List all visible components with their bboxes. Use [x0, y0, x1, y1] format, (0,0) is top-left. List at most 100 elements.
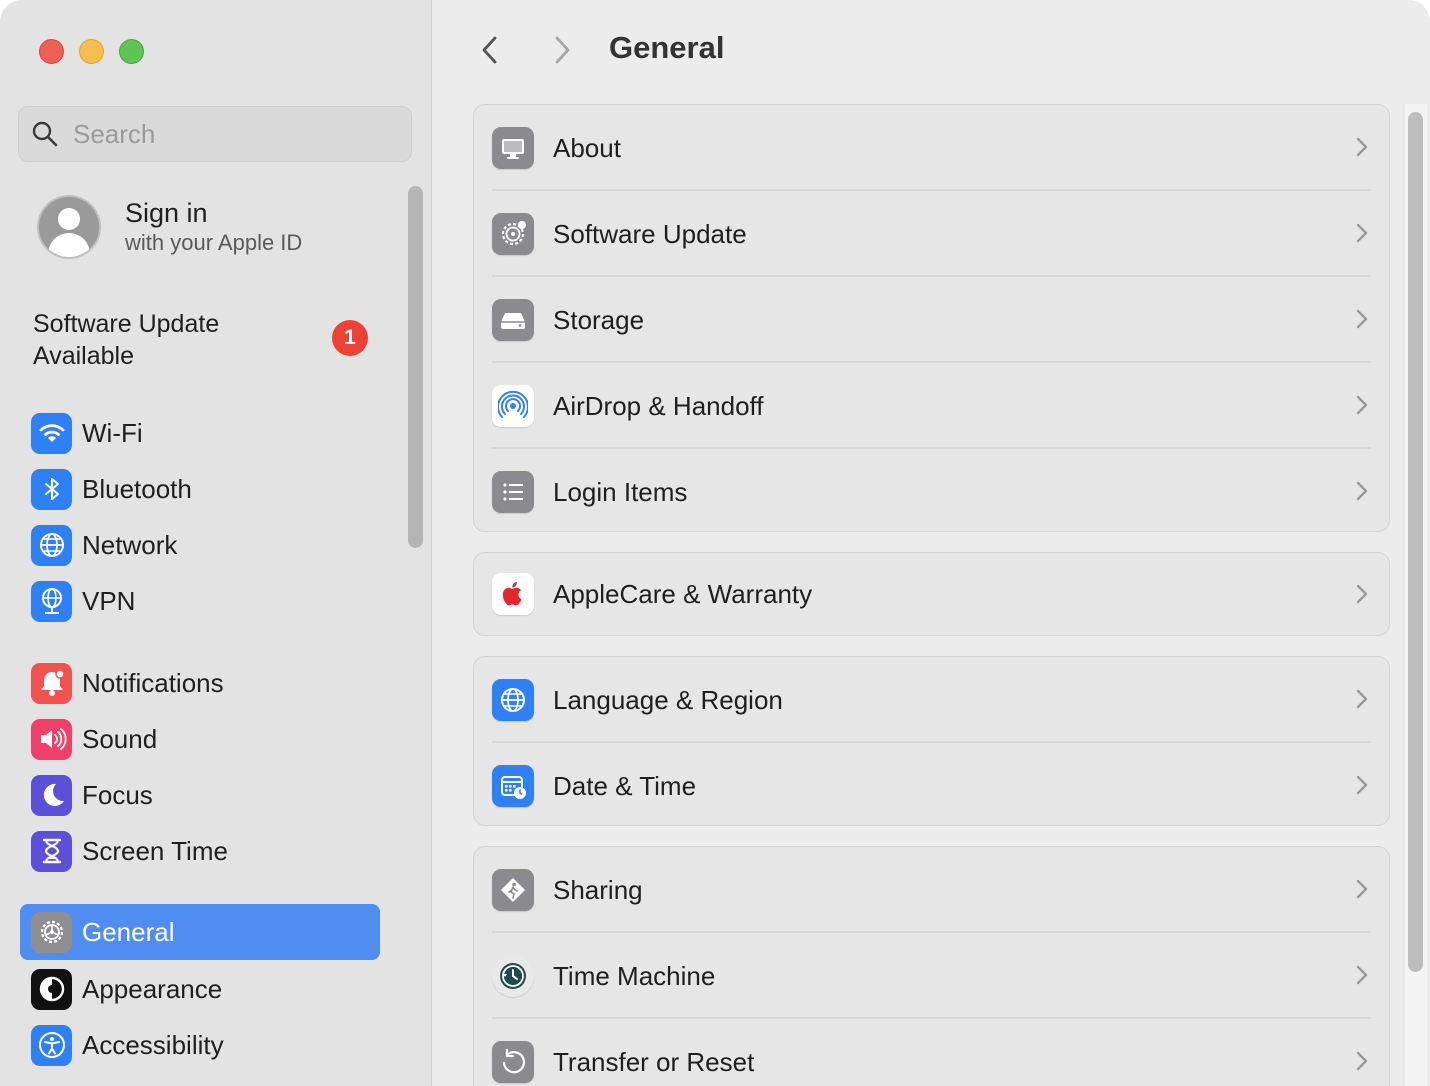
bell-icon [31, 662, 72, 704]
apple-id-sign-in[interactable]: Sign in with your Apple ID [37, 195, 302, 259]
globe-icon [31, 524, 72, 566]
settings-group-system: About Software Update Storage AirDrop & … [473, 104, 1390, 532]
sidebar-item-label: Accessibility [82, 1029, 224, 1060]
software-update-available[interactable]: Software Update Available 1 [33, 308, 373, 372]
drive-icon [492, 299, 534, 341]
sidebar-item-label: Focus [82, 779, 153, 810]
gear-badge-icon [492, 213, 534, 255]
sidebar-item-label: Sound [82, 723, 158, 754]
sidebar-item-label: Network [82, 529, 178, 560]
sharing-icon [492, 869, 534, 911]
row-applecare-warranty[interactable]: AppleCare & Warranty [474, 553, 1389, 635]
zoom-button[interactable] [119, 39, 144, 64]
chevron-right-icon [1356, 775, 1368, 795]
sidebar-item-label: Appearance [82, 973, 223, 1004]
scrollbar-thumb[interactable] [1408, 112, 1423, 972]
row-date-time[interactable]: Date & Time [474, 743, 1389, 825]
row-label: AppleCare & Warranty [553, 578, 813, 609]
chevron-right-icon [1356, 309, 1368, 329]
sidebar-item-label: Bluetooth [82, 473, 192, 504]
sidebar: Sign in with your Apple ID Software Upda… [0, 0, 432, 1086]
row-label: Software Update [553, 218, 747, 249]
sidebar-item-vpn[interactable]: VPN [20, 573, 380, 629]
account-title: Sign in [125, 198, 208, 228]
row-storage[interactable]: Storage [474, 277, 1389, 363]
language-globe-icon [492, 679, 534, 721]
update-badge: 1 [332, 320, 368, 356]
row-time-machine[interactable]: Time Machine [474, 933, 1389, 1019]
forward-button[interactable] [547, 32, 577, 68]
sidebar-item-label: Screen Time [82, 835, 228, 866]
row-transfer-reset[interactable]: Transfer or Reset [474, 1019, 1389, 1086]
sidebar-item-network[interactable]: Network [20, 517, 380, 573]
appearance-icon [31, 968, 72, 1010]
settings-window: Sign in with your Apple ID Software Upda… [0, 0, 1430, 1086]
sidebar-item-accessibility[interactable]: Accessibility [20, 1017, 380, 1073]
row-label: Sharing [553, 874, 643, 905]
row-about[interactable]: About [474, 105, 1389, 191]
row-label: Date & Time [553, 770, 697, 801]
apple-icon [492, 573, 534, 615]
chevron-right-icon [1356, 395, 1368, 415]
vpn-globe-icon [31, 580, 72, 622]
chevron-right-icon [1356, 879, 1368, 899]
time-machine-icon [492, 955, 534, 997]
row-sharing[interactable]: Sharing [474, 847, 1389, 933]
chevron-right-icon [1356, 137, 1368, 157]
chevron-right-icon [1356, 689, 1368, 709]
main-scrollbar[interactable] [1405, 104, 1427, 1086]
back-button[interactable] [475, 32, 505, 68]
wifi-icon [31, 412, 72, 454]
sidebar-item-wifi[interactable]: Wi-Fi [20, 405, 380, 461]
row-label: Language & Region [553, 684, 783, 715]
list-icon [492, 471, 534, 513]
bluetooth-icon [31, 468, 72, 510]
sidebar-item-sound[interactable]: Sound [20, 711, 380, 767]
display-icon [492, 127, 534, 169]
sidebar-item-focus[interactable]: Focus [20, 767, 380, 823]
sidebar-item-label: VPN [82, 585, 136, 616]
row-language-region[interactable]: Language & Region [474, 657, 1389, 743]
account-subtitle: with your Apple ID [125, 230, 303, 255]
chevron-right-icon [1356, 965, 1368, 985]
sidebar-item-label: General [82, 916, 175, 947]
moon-icon [31, 774, 72, 816]
airdrop-icon [492, 385, 534, 427]
row-label: AirDrop & Handoff [553, 390, 764, 421]
avatar [37, 195, 101, 259]
search-field[interactable] [18, 106, 412, 162]
row-label: About [553, 132, 621, 163]
sidebar-scrollbar[interactable] [408, 186, 423, 548]
search-input[interactable] [73, 118, 393, 150]
reset-icon [492, 1041, 534, 1083]
row-label: Login Items [553, 476, 688, 507]
toolbar: General [433, 0, 1430, 100]
settings-group-locale: Language & Region Date & Time [473, 656, 1390, 826]
sidebar-item-appearance[interactable]: Appearance [20, 961, 380, 1017]
row-label: Time Machine [553, 960, 716, 991]
update-label: Software Update Available [33, 310, 220, 370]
close-button[interactable] [39, 39, 64, 64]
chevron-right-icon [1356, 1051, 1368, 1071]
settings-group-sharing: Sharing Time Machine Transfer or Reset [473, 846, 1390, 1086]
calendar-clock-icon [492, 765, 534, 807]
sidebar-item-notifications[interactable]: Notifications [20, 655, 380, 711]
page-title: General [609, 30, 725, 65]
chevron-right-icon [1356, 584, 1368, 604]
row-airdrop-handoff[interactable]: AirDrop & Handoff [474, 363, 1389, 449]
sidebar-item-label: Wi-Fi [82, 417, 143, 448]
search-icon [32, 121, 58, 147]
sidebar-item-screen-time[interactable]: Screen Time [20, 823, 380, 879]
traffic-lights [39, 39, 144, 64]
settings-group-applecare: AppleCare & Warranty [473, 552, 1390, 636]
accessibility-icon [31, 1024, 72, 1066]
sidebar-item-bluetooth[interactable]: Bluetooth [20, 461, 380, 517]
minimize-button[interactable] [79, 39, 104, 64]
row-software-update[interactable]: Software Update [474, 191, 1389, 277]
gear-icon [31, 911, 72, 953]
row-label: Transfer or Reset [553, 1046, 755, 1077]
row-label: Storage [553, 304, 645, 335]
row-login-items[interactable]: Login Items [474, 449, 1389, 531]
sidebar-item-general[interactable]: General [20, 904, 380, 960]
chevron-right-icon [1356, 481, 1368, 501]
